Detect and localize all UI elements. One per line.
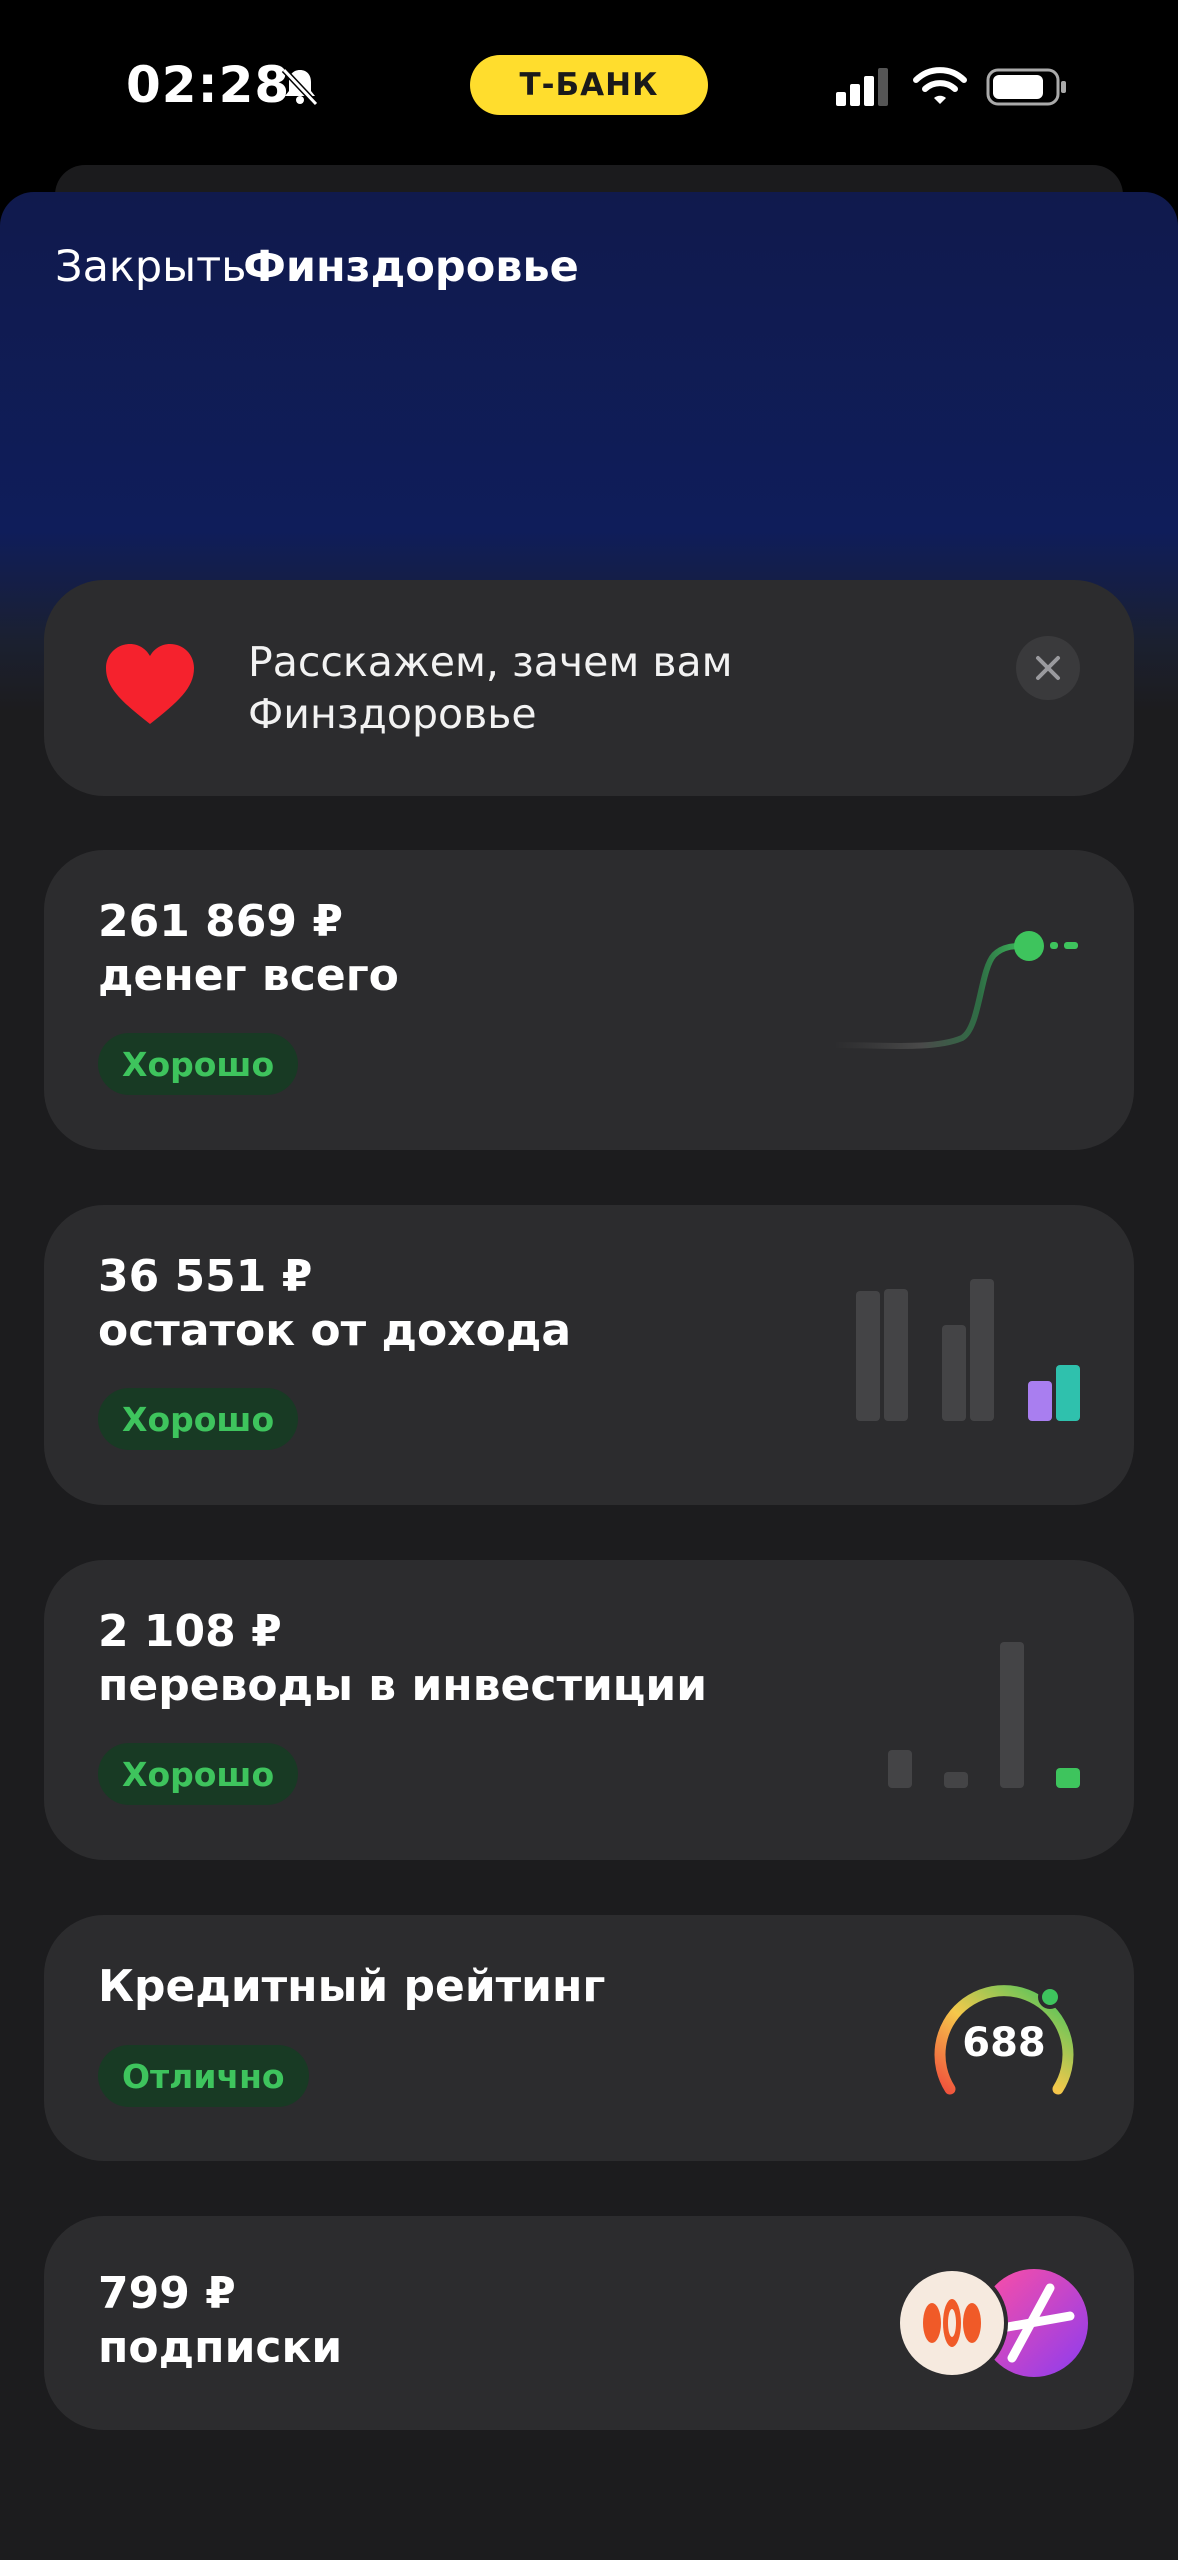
status-badge: Хорошо: [98, 1743, 299, 1805]
bell-muted-icon: [281, 67, 319, 107]
status-badge: Хорошо: [98, 1388, 299, 1450]
subscriptions-label: подписки: [98, 2322, 343, 2373]
page-title: Финздоровье: [0, 242, 1178, 292]
trend-point: [1014, 931, 1044, 961]
page-title-text: Финздоровье: [243, 242, 579, 292]
promo-close-button[interactable]: [1016, 636, 1080, 700]
promo-card[interactable]: Расскажем, зачем вам Финздоровье: [44, 580, 1134, 796]
close-icon: [1036, 656, 1060, 680]
gauge-marker: [1038, 1985, 1062, 2009]
status-time: 02:28: [126, 56, 291, 114]
total-money-label: денег всего: [98, 950, 399, 1001]
status-bar: 02:28 Т-БАНК: [0, 0, 1178, 165]
credit-rating-label: Кредитный рейтинг: [98, 1961, 606, 2012]
promo-text: Расскажем, зачем вам Финздоровье: [248, 638, 733, 738]
bar: [970, 1279, 994, 1421]
heart-icon: [106, 644, 194, 724]
credit-score: 688: [962, 2020, 1046, 2066]
bar: [944, 1772, 968, 1788]
bar: [1056, 1365, 1080, 1421]
cellular-signal-icon: [836, 68, 888, 106]
wifi-icon: [913, 67, 967, 104]
income-bar-chart: [856, 1279, 1080, 1421]
total-money-amount: 261 869 ₽: [98, 896, 343, 947]
trend-line-chart: [831, 931, 1078, 1050]
bar: [888, 1750, 912, 1788]
finhealth-sheet: Закрыть Финздоровье Расскажем, зачем вам…: [0, 192, 1178, 2560]
investments-card[interactable]: 2 108 ₽ переводы в инвестиции Хорошо: [44, 1560, 1134, 1860]
carrier-pill[interactable]: Т-БАНК: [470, 55, 708, 115]
bar: [884, 1289, 908, 1421]
investments-amount: 2 108 ₽: [98, 1606, 282, 1657]
credit-gauge: 688: [934, 1985, 1074, 2095]
subscriptions-card[interactable]: 799 ₽ подписки: [44, 2216, 1134, 2430]
bar: [856, 1291, 880, 1421]
income-remainder-label: остаток от дохода: [98, 1305, 572, 1356]
bar: [1000, 1642, 1024, 1788]
total-money-card[interactable]: 261 869 ₽ денег всего Хорошо: [44, 850, 1134, 1150]
subscriptions-amount: 799 ₽: [98, 2268, 236, 2319]
bar: [1028, 1381, 1052, 1421]
battery-icon: [986, 68, 1066, 106]
status-badge: Хорошо: [98, 1033, 299, 1095]
income-remainder-card[interactable]: 36 551 ₽ остаток от дохода Хорошо: [44, 1205, 1134, 1505]
investments-label: переводы в инвестиции: [98, 1660, 708, 1711]
subscription-logos: [896, 2267, 1088, 2379]
bar: [942, 1325, 966, 1421]
status-badge: Отлично: [98, 2045, 309, 2107]
income-remainder-amount: 36 551 ₽: [98, 1251, 313, 1302]
bar: [1056, 1768, 1080, 1788]
investment-bar-chart: [888, 1642, 1080, 1788]
credit-rating-card[interactable]: Кредитный рейтинг Отлично 688: [44, 1915, 1134, 2161]
